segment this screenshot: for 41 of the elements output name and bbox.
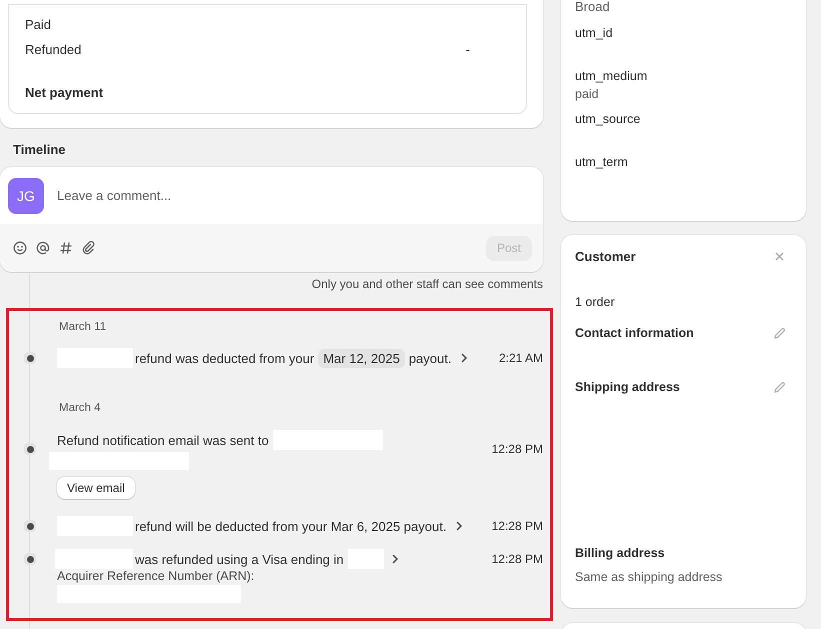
event-text: Refund notification email was sent to: [57, 432, 269, 448]
section-value: Same as shipping address: [575, 570, 724, 584]
order-count[interactable]: 1 order: [575, 295, 792, 309]
hashtag-icon[interactable]: [59, 241, 73, 255]
chevron-right-icon[interactable]: [456, 521, 464, 531]
event-time: 12:28 PM: [492, 519, 543, 533]
payout-date-chip[interactable]: Mar 12, 2025: [318, 348, 405, 368]
mention-icon[interactable]: [36, 241, 50, 255]
section-title: Billing address: [575, 546, 665, 560]
event-time: 2:21 AM: [498, 351, 543, 365]
field-value: Broad: [575, 0, 611, 16]
field-value: paid: [575, 86, 600, 103]
view-email-button[interactable]: View email: [57, 477, 135, 499]
payment-label: Refunded: [25, 42, 82, 57]
user-avatar: JG: [8, 178, 44, 214]
field-label: utm_source: [575, 111, 642, 128]
field-label: utm_term: [575, 154, 629, 171]
chevron-right-icon[interactable]: [461, 353, 468, 363]
field-label: utm_medium: [575, 68, 648, 85]
timeline-heading: Timeline: [13, 142, 67, 158]
field-label: utm_id: [575, 25, 614, 42]
payment-value: -: [466, 42, 470, 57]
staff-note: Only you and other staff can see comments: [310, 276, 543, 292]
event-text: refund was deducted from your: [135, 350, 314, 366]
paperclip-icon[interactable]: [82, 241, 96, 255]
event-time: 12:28 PM: [492, 552, 543, 566]
timeline-date: March 4: [59, 401, 102, 416]
event-text: Acquirer Reference Number (ARN):: [57, 569, 254, 583]
net-payment-label: Net payment: [25, 85, 104, 100]
event-text: was refunded using a Visa ending in: [135, 552, 344, 566]
emoji-icon[interactable]: [13, 241, 27, 255]
comment-input[interactable]: Leave a comment...: [55, 187, 543, 204]
event-time: 12:28 PM: [492, 442, 543, 456]
chevron-right-icon[interactable]: [392, 554, 399, 564]
event-text: payout.: [408, 350, 452, 366]
customer-heading: Customer: [575, 249, 636, 264]
payment-label: Paid: [25, 17, 52, 32]
event-text: refund will be deducted from your Mar 6, 2025 payout.: [135, 518, 446, 534]
section-title: Shipping address: [575, 380, 680, 394]
section-title: Contact information: [575, 326, 694, 340]
timeline-date: March 11: [59, 320, 108, 335]
